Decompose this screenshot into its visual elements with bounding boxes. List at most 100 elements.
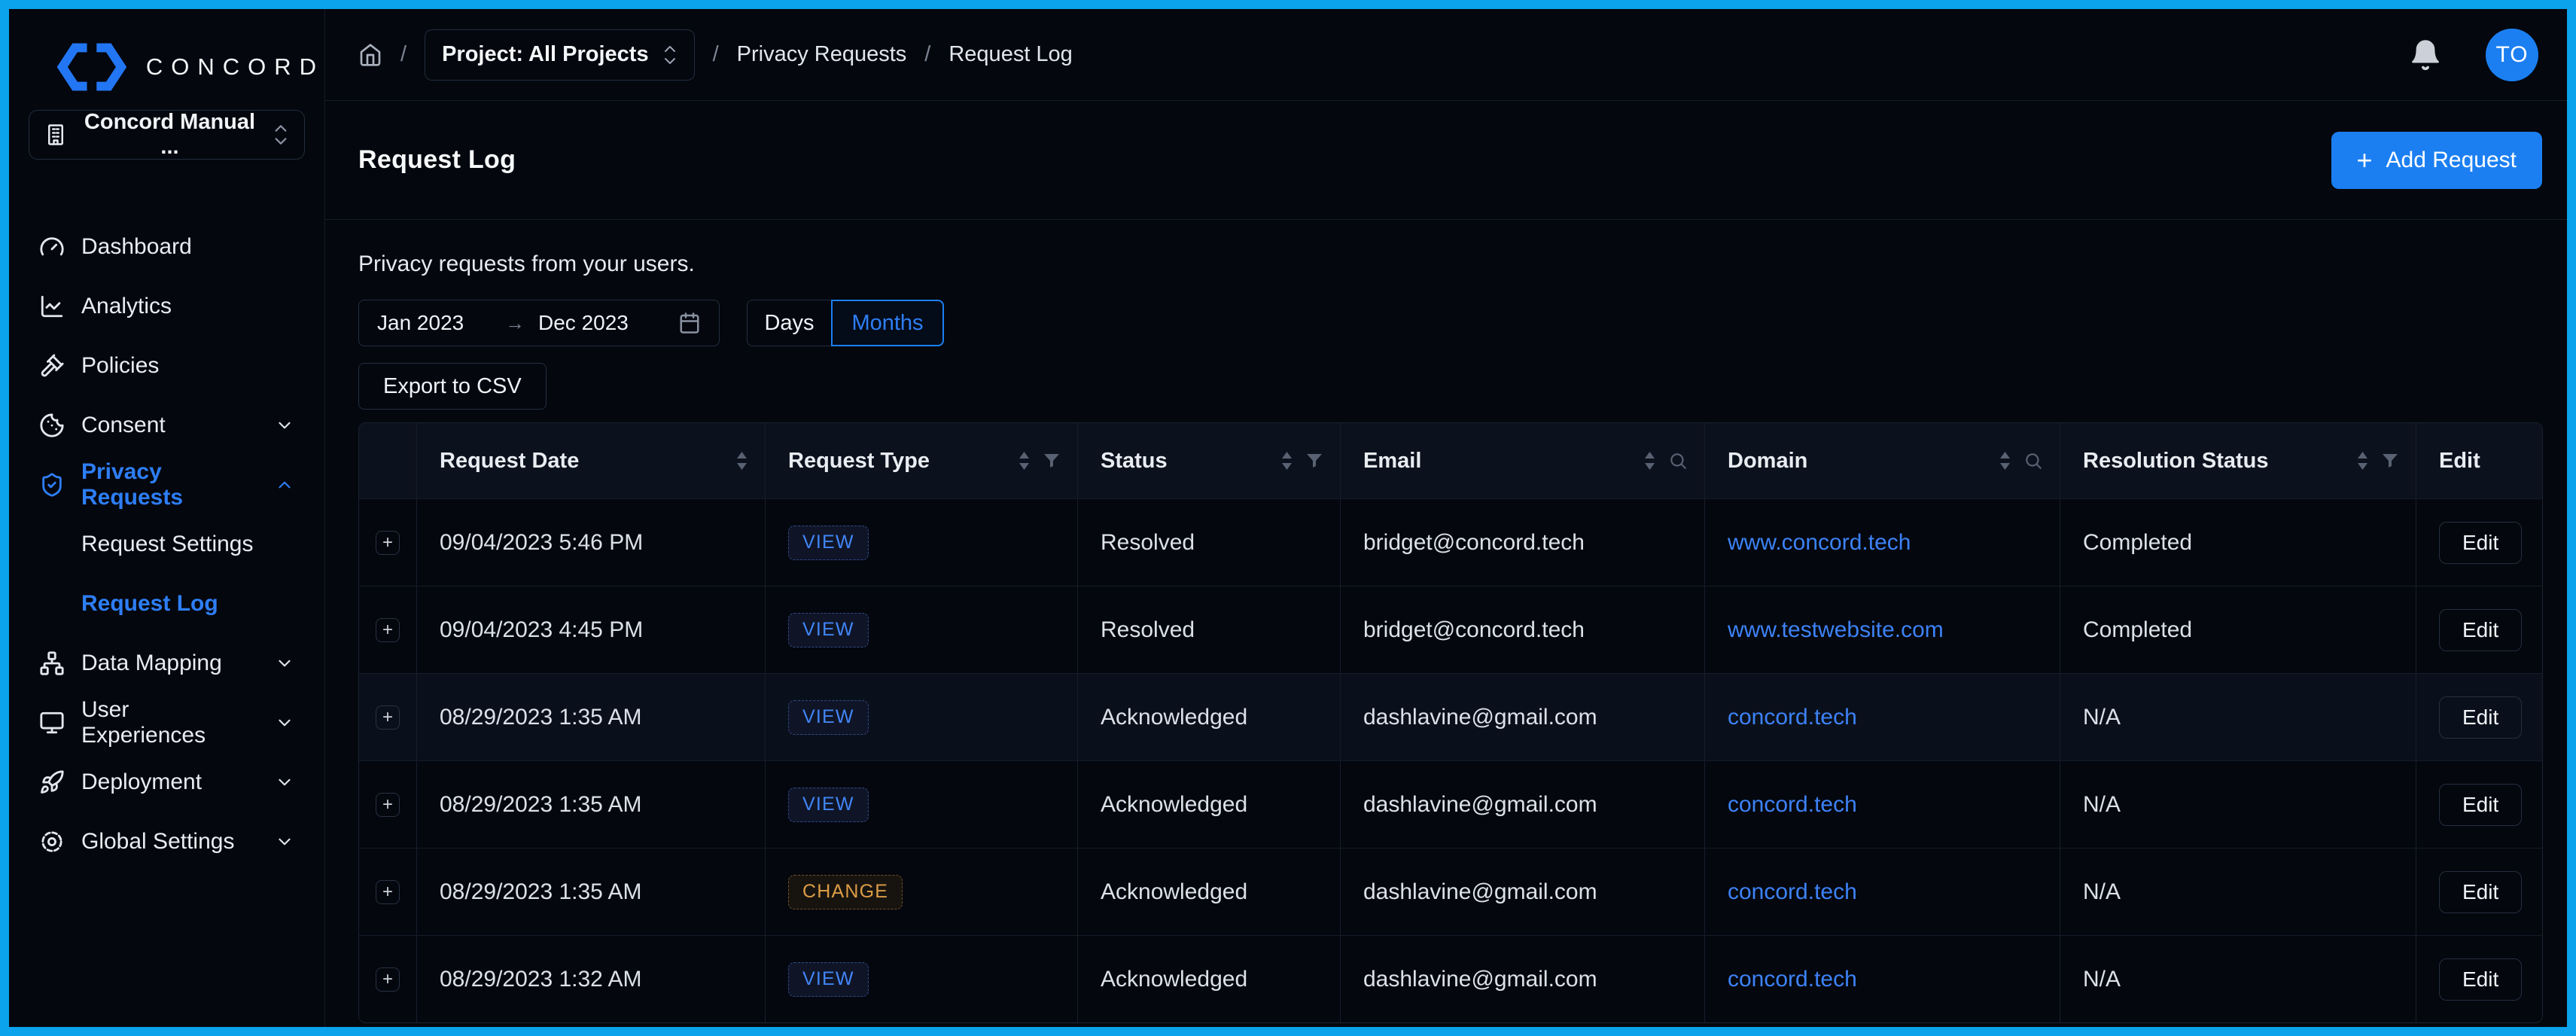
edit-button[interactable]: Edit xyxy=(2439,784,2522,826)
sidebar-item-request-settings[interactable]: Request Settings xyxy=(9,514,324,574)
organization-name: Concord Manual ... xyxy=(82,110,257,160)
domain-link[interactable]: concord.tech xyxy=(1728,879,1857,905)
breadcrumb-separator: / xyxy=(713,42,719,67)
filter-icon[interactable] xyxy=(1043,452,1061,470)
page-content: Privacy requests from your users. Jan 20… xyxy=(325,220,2567,1027)
organization-selector[interactable]: Concord Manual ... xyxy=(29,110,305,160)
sidebar-item-global-settings[interactable]: Global Settings xyxy=(9,812,324,871)
cell-status: Resolved xyxy=(1077,587,1340,673)
chevron-down-icon xyxy=(275,654,294,673)
header-resolution-status: Resolution Status xyxy=(2060,423,2416,498)
edit-button[interactable]: Edit xyxy=(2439,609,2522,651)
header-email: Email xyxy=(1340,423,1704,498)
edit-button[interactable]: Edit xyxy=(2439,958,2522,1001)
date-range-picker[interactable]: Jan 2023 → Dec 2023 xyxy=(358,300,720,346)
expand-row-button[interactable]: + xyxy=(376,793,400,817)
domain-link[interactable]: concord.tech xyxy=(1728,792,1857,818)
header-request-date: Request Date xyxy=(416,423,765,498)
calendar-icon[interactable] xyxy=(678,312,701,334)
table-row: + 09/04/2023 4:45 PM VIEW Resolved bridg… xyxy=(359,586,2542,673)
breadcrumb-privacy-requests[interactable]: Privacy Requests xyxy=(737,42,907,67)
cell-status: Acknowledged xyxy=(1077,761,1340,848)
export-csv-button[interactable]: Export to CSV xyxy=(358,363,547,410)
cell-request-date: 08/29/2023 1:35 AM xyxy=(416,849,765,935)
filter-icon[interactable] xyxy=(2381,452,2399,470)
sidebar-item-request-log[interactable]: Request Log xyxy=(9,574,324,633)
cell-resolution-status: N/A xyxy=(2060,849,2416,935)
expand-row-button[interactable]: + xyxy=(376,618,400,642)
project-selector[interactable]: Project: All Projects xyxy=(425,29,695,81)
monitor-icon xyxy=(39,710,65,736)
chevron-down-icon xyxy=(275,713,294,733)
date-start-value[interactable]: Jan 2023 xyxy=(377,311,505,335)
sidebar-item-dashboard[interactable]: Dashboard xyxy=(9,217,324,276)
chevron-down-icon xyxy=(275,772,294,792)
brand-name: CONCORD xyxy=(146,53,324,81)
expand-row-button[interactable]: + xyxy=(376,531,400,555)
expand-row-button[interactable]: + xyxy=(376,967,400,992)
table-row: + 08/29/2023 1:35 AM VIEW Acknowledged d… xyxy=(359,760,2542,848)
cell-email: dashlavine@gmail.com xyxy=(1340,674,1704,760)
edit-button[interactable]: Edit xyxy=(2439,696,2522,739)
cell-request-date: 09/04/2023 5:46 PM xyxy=(416,499,765,586)
add-request-button[interactable]: + Add Request xyxy=(2331,132,2542,189)
breadcrumb: / Project: All Projects / Privacy Reques… xyxy=(358,29,1073,81)
cell-status: Acknowledged xyxy=(1077,936,1340,1022)
date-range-arrow-icon: → xyxy=(505,312,525,335)
cell-resolution-status: Completed xyxy=(2060,499,2416,586)
sidebar-item-data-mapping[interactable]: Data Mapping xyxy=(9,633,324,693)
search-icon[interactable] xyxy=(2023,451,2043,471)
cell-email: bridget@concord.tech xyxy=(1340,587,1704,673)
sidebar-item-user-experiences[interactable]: User Experiences xyxy=(9,693,324,752)
filters-row: Jan 2023 → Dec 2023 Days Months xyxy=(358,300,2542,346)
home-icon[interactable] xyxy=(358,43,382,67)
page-header: Request Log + Add Request xyxy=(325,101,2567,220)
notifications-bell-icon[interactable] xyxy=(2409,38,2442,72)
sidebar-item-deployment[interactable]: Deployment xyxy=(9,752,324,812)
sort-icon[interactable] xyxy=(2356,450,2369,471)
days-toggle-button[interactable]: Days xyxy=(747,300,831,346)
sidebar-item-analytics[interactable]: Analytics xyxy=(9,276,324,336)
gavel-icon xyxy=(39,353,65,379)
header-edit: Edit xyxy=(2416,423,2542,498)
date-end-value[interactable]: Dec 2023 xyxy=(538,311,629,335)
sidebar-item-label: Privacy Requests xyxy=(81,459,258,510)
app-window: CONCORD Concord Manual ... Dashboard Ana… xyxy=(0,0,2576,1036)
sort-icon[interactable] xyxy=(1280,450,1293,471)
sort-icon[interactable] xyxy=(1999,450,2011,471)
header-domain: Domain xyxy=(1704,423,2060,498)
sidebar-item-label: Dashboard xyxy=(81,234,192,260)
edit-button[interactable]: Edit xyxy=(2439,871,2522,913)
cell-request-date: 08/29/2023 1:35 AM xyxy=(416,761,765,848)
domain-link[interactable]: www.testwebsite.com xyxy=(1728,617,1944,643)
cell-email: dashlavine@gmail.com xyxy=(1340,849,1704,935)
domain-link[interactable]: concord.tech xyxy=(1728,967,1857,992)
expand-row-button[interactable]: + xyxy=(376,880,400,904)
cell-request-date: 08/29/2023 1:32 AM xyxy=(416,936,765,1022)
gauge-icon xyxy=(39,234,65,260)
chevron-up-icon xyxy=(275,475,294,495)
sort-icon[interactable] xyxy=(1643,450,1656,471)
column-label: Email xyxy=(1363,449,1421,474)
domain-link[interactable]: www.concord.tech xyxy=(1728,530,1911,556)
filter-icon[interactable] xyxy=(1305,452,1323,470)
search-icon[interactable] xyxy=(1668,451,1688,471)
domain-link[interactable]: concord.tech xyxy=(1728,705,1857,730)
sidebar-item-policies[interactable]: Policies xyxy=(9,336,324,395)
network-icon xyxy=(39,651,65,676)
chevron-down-icon xyxy=(275,416,294,435)
sidebar-item-consent[interactable]: Consent xyxy=(9,395,324,455)
cell-status: Resolved xyxy=(1077,499,1340,586)
sort-icon[interactable] xyxy=(735,450,748,471)
plus-icon: + xyxy=(2357,147,2373,174)
months-toggle-button[interactable]: Months xyxy=(831,300,944,346)
sidebar-item-privacy-requests[interactable]: Privacy Requests xyxy=(9,455,324,514)
column-label: Domain xyxy=(1728,449,1807,474)
sort-icon[interactable] xyxy=(1018,450,1031,471)
avatar[interactable]: TO xyxy=(2486,29,2538,81)
expand-row-button[interactable]: + xyxy=(376,705,400,730)
sidebar-item-label: Analytics xyxy=(81,294,172,319)
edit-button[interactable]: Edit xyxy=(2439,522,2522,564)
header-status: Status xyxy=(1077,423,1340,498)
chevron-down-icon xyxy=(275,832,294,852)
